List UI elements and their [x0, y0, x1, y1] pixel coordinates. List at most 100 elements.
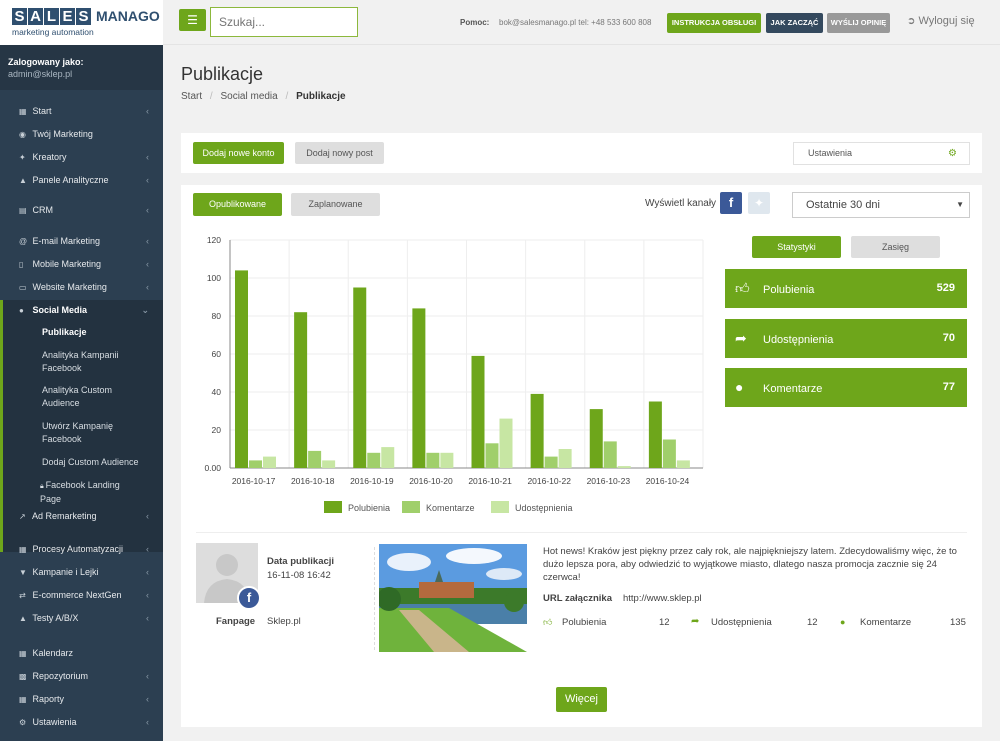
add-account-button[interactable]: Dodaj nowe konto	[193, 142, 284, 164]
sidebar-item-raporty[interactable]: ▦ Raporty ‹	[0, 688, 163, 710]
manual-button[interactable]: INSTRUKCJA OBSŁUGI	[667, 13, 761, 33]
x-tick-label: 2016-10-24	[646, 476, 690, 486]
sidebar-item-label: Repozytorium	[32, 671, 89, 681]
thumbs-up-icon: 👍︎	[543, 617, 553, 627]
breadcrumb-start[interactable]: Start	[181, 91, 202, 102]
bar-komentarze[interactable]	[662, 439, 676, 469]
sidebar-item-website-marketing[interactable]: ▭ Website Marketing ‹	[0, 276, 163, 298]
settings-button[interactable]: Ustawienia ⚙	[793, 142, 970, 165]
more-button[interactable]: Więcej	[556, 687, 607, 712]
sidebar-subitem[interactable]: Analityka Kampanii Facebook	[42, 349, 142, 375]
legend-label[interactable]: Udostępnienia	[515, 503, 573, 513]
chevron-left-icon: ‹	[146, 567, 149, 577]
logo-letter: E	[60, 8, 75, 25]
search-input[interactable]	[210, 7, 358, 37]
chevron-left-icon: ‹	[146, 205, 149, 215]
bar-udostępnienia[interactable]	[440, 452, 454, 468]
bar-komentarze[interactable]	[485, 443, 499, 468]
chevron-left-icon: ‹	[146, 282, 149, 292]
bar-polubienia[interactable]	[648, 401, 662, 469]
sidebar-item-panele-analityczne[interactable]: ▲ Panele Analityczne ‹	[0, 169, 163, 191]
bar-komentarze[interactable]	[603, 441, 617, 468]
breadcrumb: Start / Social media / Publikacje	[181, 91, 346, 102]
laptop-icon: ▭	[19, 283, 27, 292]
post-likes-value: 12	[659, 617, 670, 628]
sidebar-item-crm[interactable]: ▤ CRM ‹	[0, 199, 163, 221]
bar-polubienia[interactable]	[353, 287, 367, 469]
bar-polubienia[interactable]	[471, 355, 485, 468]
facebook-icon[interactable]: f	[720, 192, 742, 214]
hamburger-icon[interactable]: ☰	[179, 9, 206, 31]
sidebar-item-twój-marketing[interactable]: ◉ Twój Marketing	[0, 123, 163, 145]
bar-polubienia[interactable]	[589, 409, 603, 468]
add-post-button[interactable]: Dodaj nowy post	[295, 142, 384, 164]
fanpage-value[interactable]: Sklep.pl	[267, 616, 301, 627]
breadcrumb-social-media[interactable]: Social media	[220, 91, 277, 102]
post-image[interactable]	[379, 544, 527, 652]
bar-udostępnienia[interactable]	[499, 418, 513, 468]
sidebar-item-kreatory[interactable]: ✦ Kreatory ‹	[0, 146, 163, 168]
sidebar-item-kalendarz[interactable]: ▦ Kalendarz	[0, 642, 163, 664]
sidebar-item-label: E-mail Marketing	[32, 236, 101, 246]
x-tick-label: 2016-10-23	[587, 476, 631, 486]
tab-reach[interactable]: Zasięg	[851, 236, 940, 258]
url-value[interactable]: http://www.sklep.pl	[623, 593, 702, 604]
bar-udostępnienia[interactable]	[676, 460, 690, 468]
sidebar-item-label: Social Media	[32, 305, 88, 315]
chevron-left-icon: ‹	[146, 544, 149, 554]
sidebar-item-mobile-marketing[interactable]: ▯ Mobile Marketing ‹	[0, 253, 163, 275]
sidebar-item-ustawienia[interactable]: ⚙ Ustawienia ‹	[0, 711, 163, 733]
sidebar-item-testy-a-b-x[interactable]: ▲ Testy A/B/X ‹	[0, 607, 163, 629]
actions-panel: Dodaj nowe konto Dodaj nowy post Ustawie…	[181, 133, 982, 173]
sidebar-subitem[interactable]: Dodaj Custom Audience	[42, 456, 142, 469]
bar-polubienia[interactable]	[530, 393, 544, 468]
bar-udostępnienia[interactable]	[558, 449, 572, 468]
legend-swatch	[491, 501, 509, 513]
sidebar-item-kampanie-i-lejki[interactable]: ▼ Kampanie i Lejki ‹	[0, 561, 163, 583]
bar-udostępnienia[interactable]	[322, 460, 336, 468]
bar-komentarze[interactable]	[367, 452, 381, 468]
twitter-icon[interactable]: ✦	[748, 192, 770, 214]
sidebar-subitem[interactable]: 🔒︎ Facebook Landing Page	[40, 479, 140, 506]
sidebar-item-repozytorium[interactable]: ▩ Repozytorium ‹	[0, 665, 163, 687]
sidebar-item-start[interactable]: ▦ Start ‹	[0, 100, 163, 122]
bar-polubienia[interactable]	[294, 312, 308, 468]
sidebar-item-e-mail-marketing[interactable]: @ E-mail Marketing ‹	[0, 230, 163, 252]
sidebar-subitem[interactable]: Publikacje	[42, 326, 142, 339]
bar-polubienia[interactable]	[235, 270, 248, 468]
bar-komentarze[interactable]	[308, 450, 322, 468]
sidebar-subitem[interactable]: Utwórz Kampanię Facebook	[42, 420, 142, 446]
logo[interactable]: S A L E S MANAGO marketing automation	[0, 0, 163, 45]
sidebar-item-procesy-automatyzacji[interactable]: ▦ Procesy Automatyzacji ‹	[0, 538, 163, 560]
get-started-button[interactable]: JAK ZACZĄĆ	[766, 13, 823, 33]
tab-scheduled[interactable]: Zaplanowane	[291, 193, 380, 216]
period-select[interactable]: Ostatnie 30 dni ▼	[792, 192, 970, 218]
sidebar-item-ad-remarketing[interactable]: ↗ Ad Remarketing ‹	[0, 505, 163, 527]
send-feedback-button[interactable]: WYŚLIJ OPINIĘ	[827, 13, 890, 33]
bar-udostępnienia[interactable]	[263, 456, 276, 468]
wand-icon: ✦	[19, 153, 26, 162]
logout-link[interactable]: ➲ Wyloguj się	[907, 15, 975, 27]
legend-label[interactable]: Polubienia	[348, 503, 390, 513]
sidebar-item-label: Procesy Automatyzacji	[32, 544, 124, 554]
sidebar-item-label: Kalendarz	[32, 648, 74, 658]
bar-komentarze[interactable]	[249, 460, 262, 468]
mobile-icon: ▯	[19, 260, 24, 269]
bar-udostępnienia[interactable]	[617, 466, 631, 468]
legend-label[interactable]: Komentarze	[426, 503, 475, 513]
bar-udostępnienia[interactable]	[381, 447, 395, 468]
bar-polubienia[interactable]	[412, 308, 426, 468]
bar-komentarze[interactable]	[426, 452, 440, 468]
chevron-left-icon: ‹	[146, 717, 149, 727]
sidebar-item-social-media[interactable]: ● Social Media ⌄	[0, 299, 163, 321]
users-icon: ●	[19, 306, 24, 315]
post-comments-value: 135	[950, 617, 966, 628]
fanpage-label: Fanpage	[216, 616, 256, 627]
sidebar-subitem[interactable]: Analityka Custom Audience	[42, 384, 142, 410]
sidebar-item-e-commerce-nextgen[interactable]: ⇄ E-commerce NextGen ‹	[0, 584, 163, 606]
publications-panel: Opublikowane Zaplanowane Wyświetl kanały…	[181, 185, 982, 727]
tab-statistics[interactable]: Statystyki	[752, 236, 841, 258]
stat-likes-value: 529	[936, 282, 955, 294]
bar-komentarze[interactable]	[544, 456, 558, 468]
tab-published[interactable]: Opublikowane	[193, 193, 282, 216]
